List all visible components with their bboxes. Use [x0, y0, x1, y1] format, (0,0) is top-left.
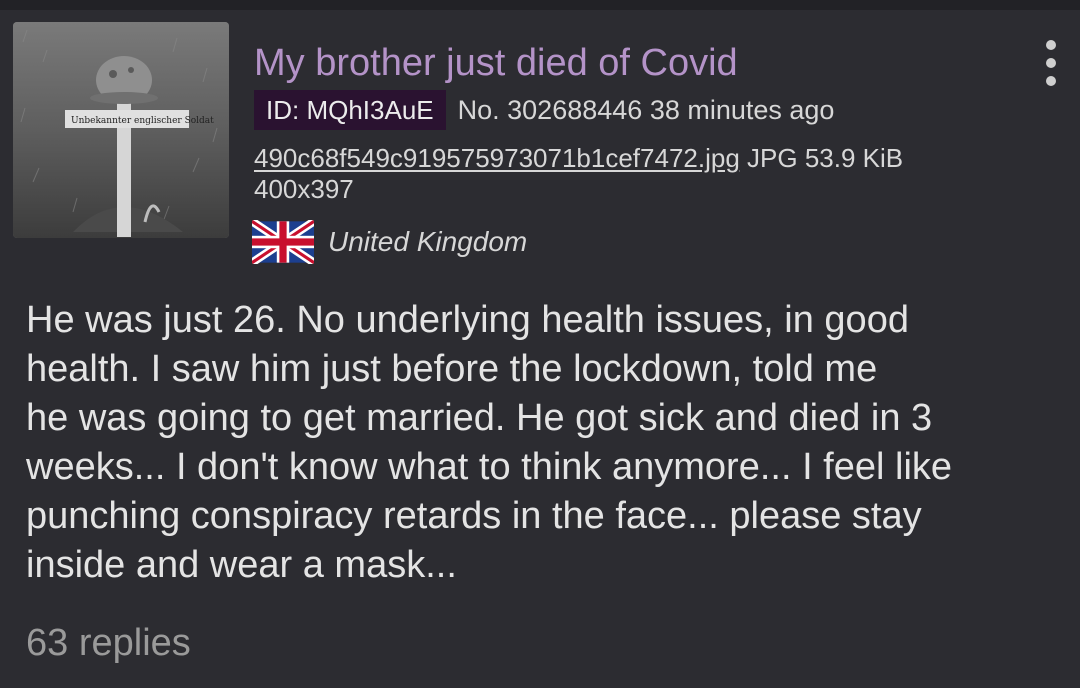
file-info: 490c68f549c919575973071b1cef7472.jpg JPG… [254, 141, 903, 175]
comment-line: he was going to get married. He got sick… [26, 397, 933, 439]
country-name: United Kingdom [328, 226, 528, 257]
file-dimensions: 400x397 [254, 174, 354, 204]
reply-count[interactable]: 63 replies [26, 620, 191, 666]
comment-line: weeks... I don't know what to think anym… [26, 446, 953, 488]
thread-post[interactable]: Unbekannter englischer Soldat My brother… [0, 10, 1080, 688]
comment-line: health. I saw him just before the lockdo… [26, 348, 878, 390]
file-size: 53.9 KiB [804, 143, 904, 173]
post-timestamp: 38 minutes ago [649, 94, 835, 125]
post-meta: ID: MQhI3AuE No. 302688446 38 minutes ag… [254, 90, 834, 130]
more-options-icon[interactable] [1038, 40, 1064, 86]
poster-country: United Kingdom [252, 220, 527, 264]
comment-line: He was just 26. No underlying health iss… [26, 299, 909, 341]
comment-line: punching conspiracy retards in the face.… [26, 495, 922, 537]
post-thumbnail[interactable]: Unbekannter englischer Soldat [13, 22, 229, 238]
post-comment: He was just 26. No underlying health iss… [26, 296, 1056, 590]
sign-text: Unbekannter englischer Soldat [71, 116, 214, 126]
thumbnail-image: Unbekannter englischer Soldat [13, 22, 229, 238]
file-type: JPG [747, 143, 798, 173]
file-name-link[interactable]: 490c68f549c919575973071b1cef7472.jpg [254, 143, 740, 173]
uk-flag-icon [252, 220, 314, 264]
poster-id-badge[interactable]: ID: MQhI3AuE [254, 90, 446, 130]
post-number[interactable]: No. 302688446 [458, 95, 643, 126]
top-strip [0, 0, 1080, 10]
post-subject: My brother just died of Covid [254, 42, 738, 84]
comment-line: inside and wear a mask... [26, 544, 457, 586]
